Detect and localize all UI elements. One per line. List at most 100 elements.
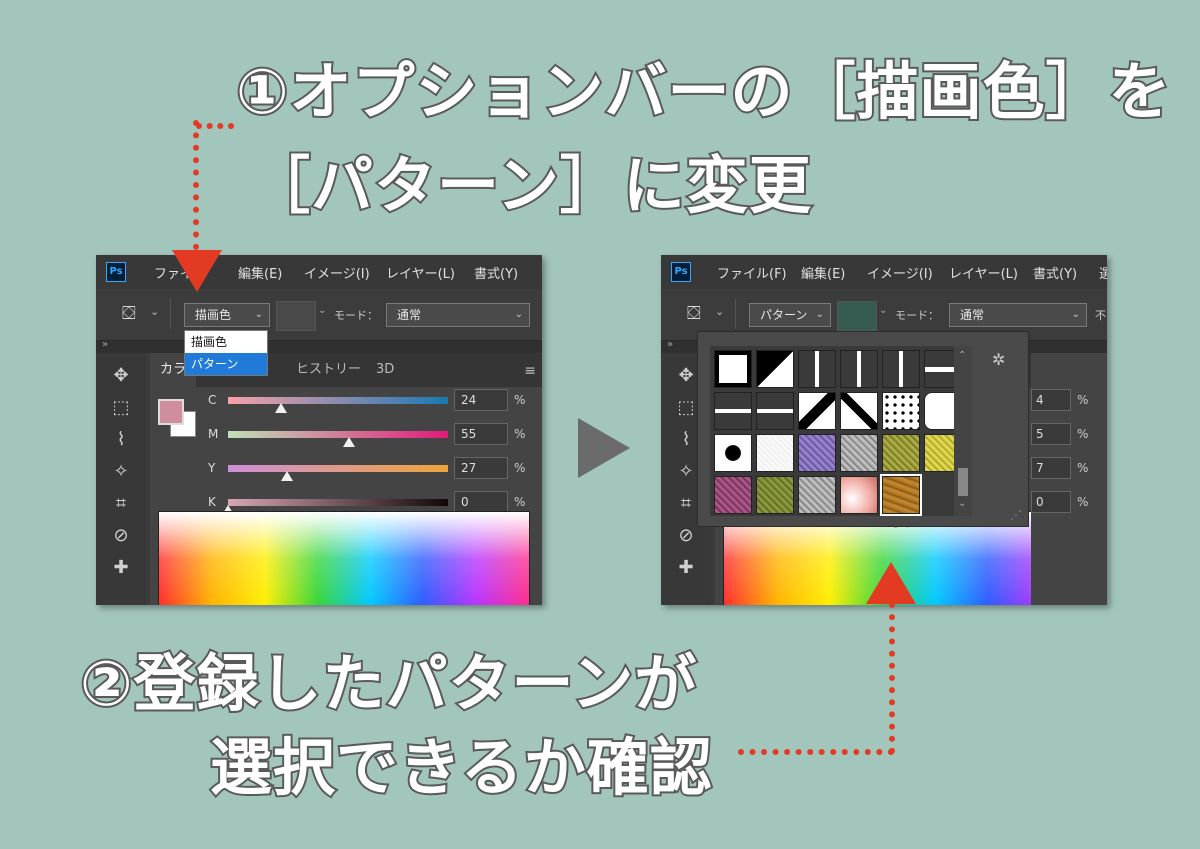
pattern-swatch-diagonal-thick[interactable] [798, 392, 836, 430]
tab-3d[interactable]: 3D [366, 353, 404, 387]
chevron-down-icon[interactable]: ⌄ [879, 305, 887, 316]
double-chevron-icon[interactable]: » [667, 339, 673, 350]
chevron-down-icon: ⌄ [1071, 309, 1080, 320]
lasso-icon[interactable]: ⌇ [108, 427, 134, 453]
cmyk-values-partial: 4 % 5 % 7 % 0 % [1031, 353, 1107, 605]
pattern-swatch-line-vertical[interactable] [882, 350, 920, 388]
foreground-color-swatch[interactable] [158, 399, 184, 425]
menu-layer[interactable]: レイヤー(L) [386, 263, 455, 282]
healing-brush-icon[interactable]: ✚ [108, 555, 134, 581]
pattern-swatch-noise-pink[interactable] [840, 476, 878, 514]
divider [170, 299, 171, 329]
menu-edit[interactable]: 編集(E) [801, 263, 845, 282]
opacity-label: 不 [1095, 309, 1106, 322]
pattern-swatch-noise-white[interactable] [756, 434, 794, 472]
crop-icon[interactable]: ⌗ [673, 491, 699, 517]
pattern-swatch[interactable] [276, 301, 316, 331]
color-panel: カラ ヒストリー 3D ≡ C 24 % M 55 % Y 27 % K 0 % [150, 353, 542, 605]
pattern-swatch-noise-gray[interactable] [798, 476, 836, 514]
slider-value-k[interactable]: 0 [454, 491, 508, 513]
pattern-swatch-noise-magenta[interactable] [714, 476, 752, 514]
slider-value-partial[interactable]: 0 [1031, 491, 1071, 513]
menu-bar: Ps ファイ 編集(E) イメージ(I) レイヤー(L) 書式(Y) [96, 255, 542, 289]
pattern-swatch-octagon-small[interactable] [714, 434, 752, 472]
magic-wand-icon[interactable]: ✧ [673, 459, 699, 485]
chevron-down-icon[interactable]: ⌄ [318, 305, 326, 316]
fill-source-select[interactable]: 描画色 ⌄ [184, 303, 270, 327]
menu-type[interactable]: 書式(Y) [474, 263, 518, 282]
menu-layer[interactable]: レイヤー(L) [949, 263, 1018, 282]
slider-value-partial[interactable]: 5 [1031, 423, 1071, 445]
healing-brush-icon[interactable]: ✚ [673, 555, 699, 581]
move-icon[interactable]: ✥ [673, 363, 699, 389]
tab-history[interactable]: ヒストリー [286, 353, 371, 387]
pattern-swatch-noise-green[interactable] [756, 476, 794, 514]
menu-image[interactable]: イメージ(I) [867, 263, 933, 282]
pattern-swatch[interactable] [837, 301, 877, 331]
pattern-swatch-wood-brown[interactable] [880, 474, 922, 516]
fill-source-select[interactable]: パターン ⌄ [749, 303, 831, 327]
magic-wand-icon[interactable]: ✧ [108, 459, 134, 485]
pattern-swatch-line-vertical[interactable] [840, 350, 878, 388]
lasso-icon[interactable]: ⌇ [673, 427, 699, 453]
move-icon[interactable]: ✥ [108, 363, 134, 389]
instruction-step1-line2: ［パターン］に変更 [246, 148, 813, 224]
chevron-down-icon[interactable]: ⌄ [150, 305, 159, 318]
menu-edit[interactable]: 編集(E) [238, 263, 282, 282]
menu-image[interactable]: イメージ(I) [304, 263, 370, 282]
paint-bucket-icon[interactable]: ⛋ [122, 303, 144, 325]
slider-value-partial[interactable]: 4 [1031, 389, 1071, 411]
panel-collapse-strip: » [96, 339, 542, 353]
slider-track-m[interactable] [228, 431, 448, 438]
ps-logo: Ps [106, 262, 126, 282]
pattern-swatch-line-vertical[interactable] [798, 350, 836, 388]
slider-thumb-c[interactable] [274, 403, 287, 413]
scroll-down-icon[interactable]: ⌄ [958, 498, 966, 509]
mode-select[interactable]: 通常 ⌄ [949, 303, 1087, 327]
percent-label: % [514, 495, 526, 509]
slider-thumb-m[interactable] [343, 437, 355, 447]
pattern-swatch-line-horizontal[interactable] [756, 392, 794, 430]
slider-track-k[interactable] [228, 499, 448, 506]
slider-value-partial[interactable]: 7 [1031, 457, 1071, 479]
pattern-swatch-square-solid[interactable] [714, 350, 752, 388]
eyedropper-icon[interactable]: ⊘ [108, 523, 134, 549]
menu-file[interactable]: ファイル(F) [717, 263, 787, 282]
scroll-thumb[interactable] [958, 468, 968, 496]
pattern-swatch-line-horizontal[interactable] [714, 392, 752, 430]
percent-label: % [1077, 427, 1089, 441]
panel-menu-icon[interactable]: ≡ [524, 363, 536, 379]
gear-icon[interactable]: ✲ [992, 350, 1005, 369]
slider-value-m[interactable]: 55 [454, 423, 508, 445]
marquee-icon[interactable]: ⬚ [108, 395, 134, 421]
pattern-swatch-noise-purple[interactable] [798, 434, 836, 472]
marquee-icon[interactable]: ⬚ [673, 395, 699, 421]
slider-track-y[interactable] [228, 465, 448, 472]
dropdown-item-foreground[interactable]: 描画色 [185, 331, 267, 353]
double-chevron-icon[interactable]: » [102, 339, 108, 350]
pattern-swatch-dots-bw[interactable] [882, 392, 920, 430]
mode-label: モード： [334, 309, 378, 322]
pattern-scrollbar[interactable]: ⌃ ⌄ [954, 346, 972, 516]
pattern-swatch-noise-olive[interactable] [882, 434, 920, 472]
menu-select[interactable]: 選 [1099, 263, 1107, 282]
scroll-up-icon[interactable]: ⌃ [958, 350, 966, 361]
pattern-swatch-diagonal-thin[interactable] [840, 392, 878, 430]
color-spectrum[interactable] [158, 511, 530, 605]
pattern-swatch-noise-gray[interactable] [840, 434, 878, 472]
chevron-down-icon: ⌄ [815, 309, 824, 320]
dropdown-item-pattern[interactable]: パターン [185, 353, 267, 375]
slider-value-y[interactable]: 27 [454, 457, 508, 479]
menu-type[interactable]: 書式(Y) [1033, 263, 1077, 282]
paint-bucket-icon[interactable]: ⛋ [687, 303, 709, 325]
mode-select[interactable]: 通常 ⌄ [386, 303, 530, 327]
slider-value-c[interactable]: 24 [454, 389, 508, 411]
tools-panel: ✥ ⬚ ⌇ ✧ ⌗ ⊘ ✚ [96, 353, 146, 605]
pattern-swatch-square-corner[interactable] [756, 350, 794, 388]
crop-icon[interactable]: ⌗ [108, 491, 134, 517]
slider-track-c[interactable] [228, 397, 448, 404]
resize-handle-icon[interactable]: ⋰ [1010, 508, 1022, 522]
chevron-down-icon[interactable]: ⌄ [715, 305, 724, 318]
slider-thumb-y[interactable] [281, 471, 294, 481]
eyedropper-icon[interactable]: ⊘ [673, 523, 699, 549]
